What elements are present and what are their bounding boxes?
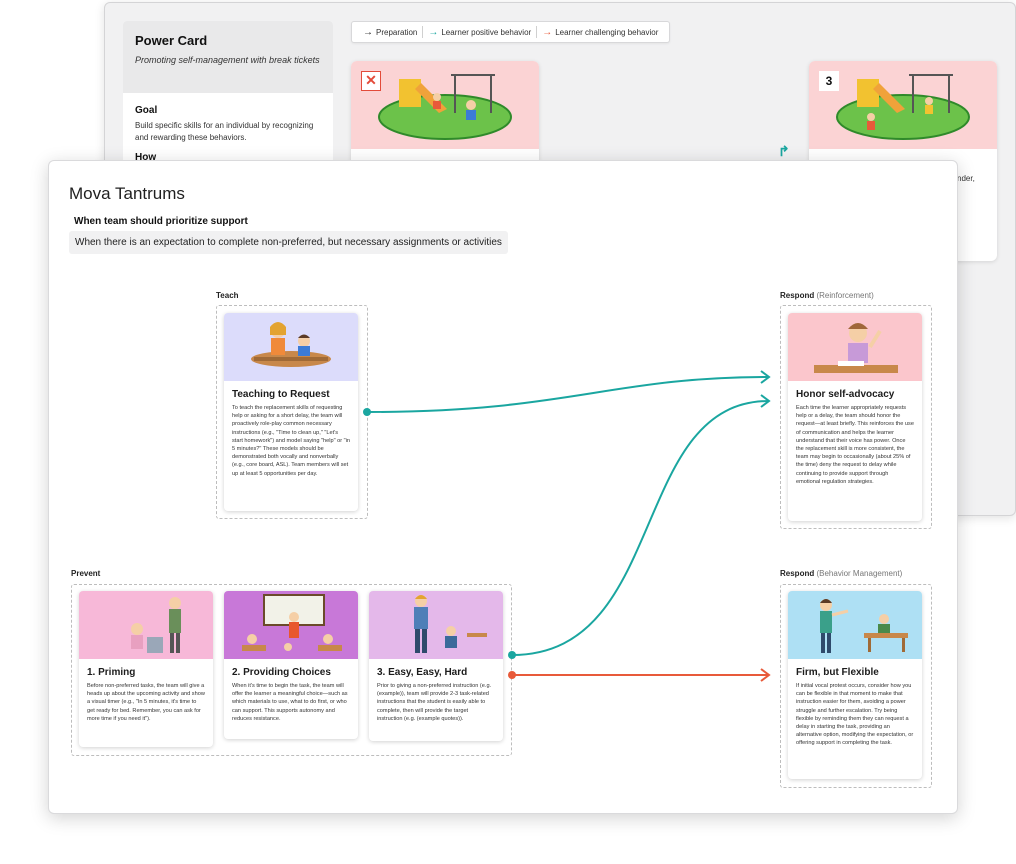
legend-item-preparation: → Preparation bbox=[358, 27, 422, 38]
tile-description: Prior to giving a non-preferred instruct… bbox=[377, 683, 492, 722]
legend-item-positive: → Learner positive behavior bbox=[423, 27, 536, 38]
tile-description: Before non-preferred tasks, the team wil… bbox=[87, 683, 205, 722]
teaching-illustration bbox=[224, 313, 358, 381]
playground-illustration: ✕ bbox=[351, 61, 539, 149]
tile-description: If initial vocal protest occurs, conside… bbox=[796, 683, 914, 747]
honor-illustration bbox=[788, 313, 922, 381]
arrow-right-icon: → bbox=[363, 26, 373, 38]
page-title: Mova Tantrums bbox=[69, 184, 185, 203]
choices-illustration bbox=[224, 591, 358, 659]
section-label-sub: (Reinforcement) bbox=[816, 291, 874, 300]
power-card-subtitle: Promoting self-management with break tic… bbox=[135, 55, 320, 65]
tile-honor-self-advocacy[interactable]: Honor self-advocacy Each time the learne… bbox=[788, 313, 922, 521]
stage: Power Card Promoting self-management wit… bbox=[0, 0, 1016, 864]
goal-text: Build specific skills for an individual … bbox=[135, 121, 314, 142]
tile-easy-easy-hard[interactable]: 3. Easy, Easy, Hard Prior to giving a no… bbox=[369, 591, 503, 741]
arrow-right-icon: → bbox=[542, 26, 553, 38]
goal-label: Goal bbox=[135, 105, 158, 116]
close-icon[interactable]: ✕ bbox=[361, 71, 381, 91]
arrowhead-icon bbox=[760, 668, 771, 682]
tile-firm-but-flexible[interactable]: Firm, but Flexible If initial vocal prot… bbox=[788, 591, 922, 779]
arrowhead-icon bbox=[760, 394, 771, 408]
connector-arrow-icon: ↱ bbox=[778, 143, 790, 159]
power-card-title: Power Card bbox=[135, 33, 208, 48]
behavior-map-card: Mova Tantrums When team should prioritiz… bbox=[48, 160, 958, 814]
legend-label: Preparation bbox=[376, 27, 418, 37]
tile-title: Teaching to Request bbox=[232, 389, 330, 400]
step-number: 3 bbox=[819, 71, 839, 91]
priming-illustration bbox=[79, 591, 213, 659]
tile-title: Honor self-advocacy bbox=[796, 389, 895, 400]
power-card-header: Power Card Promoting self-management wit… bbox=[123, 21, 333, 93]
legend-label: Learner positive behavior bbox=[441, 27, 532, 37]
priority-label: When team should prioritize support bbox=[74, 216, 248, 227]
arrowhead-icon bbox=[760, 370, 771, 384]
tile-description: To teach the replacement skills of reque… bbox=[232, 405, 351, 477]
section-label-respond-reinforcement: Respond (Reinforcement) bbox=[780, 291, 874, 300]
section-label-respond-behavior-management: Respond (Behavior Management) bbox=[780, 569, 902, 578]
section-label-main: Respond bbox=[780, 291, 815, 300]
teaching-art bbox=[251, 322, 331, 367]
arrow-right-icon: → bbox=[428, 26, 439, 38]
tile-title: Firm, but Flexible bbox=[796, 667, 879, 678]
honor-art bbox=[814, 323, 898, 373]
tile-title: 1. Priming bbox=[87, 667, 136, 678]
tile-teaching-to-request[interactable]: Teaching to Request To teach the replace… bbox=[224, 313, 358, 511]
priming-art bbox=[131, 597, 181, 653]
tile-text-fragment: nder, bbox=[957, 174, 975, 183]
priority-text: When there is an expectation to complete… bbox=[69, 231, 508, 254]
tile-description: When it's time to begin the task, the te… bbox=[232, 683, 348, 722]
section-label-main: Respond bbox=[780, 569, 815, 578]
legend-item-challenging: → Learner challenging behavior bbox=[537, 27, 663, 38]
tile-priming[interactable]: 1. Priming Before non-preferred tasks, t… bbox=[79, 591, 213, 747]
playground-illustration: 3 bbox=[809, 61, 997, 149]
legend-label: Learner challenging behavior bbox=[555, 27, 659, 37]
firm-art bbox=[820, 599, 908, 653]
firm-illustration bbox=[788, 591, 922, 659]
tile-title: 3. Easy, Easy, Hard bbox=[377, 667, 468, 678]
choices-art bbox=[242, 594, 342, 651]
tile-title: 2. Providing Choices bbox=[232, 667, 331, 678]
legend: → Preparation → Learner positive behavio… bbox=[351, 21, 671, 43]
section-label-prevent: Prevent bbox=[71, 569, 101, 578]
tile-description: Each time the learner appropriately requ… bbox=[796, 405, 914, 485]
connector-easy-to-honor bbox=[511, 400, 770, 656]
tile-providing-choices[interactable]: 2. Providing Choices When it's time to b… bbox=[224, 591, 358, 739]
section-label-sub: (Behavior Management) bbox=[816, 569, 903, 578]
section-label-teach: Teach bbox=[216, 291, 239, 300]
easy-art bbox=[414, 595, 487, 653]
easy-illustration bbox=[369, 591, 503, 659]
connector-teach-to-honor bbox=[366, 376, 770, 413]
